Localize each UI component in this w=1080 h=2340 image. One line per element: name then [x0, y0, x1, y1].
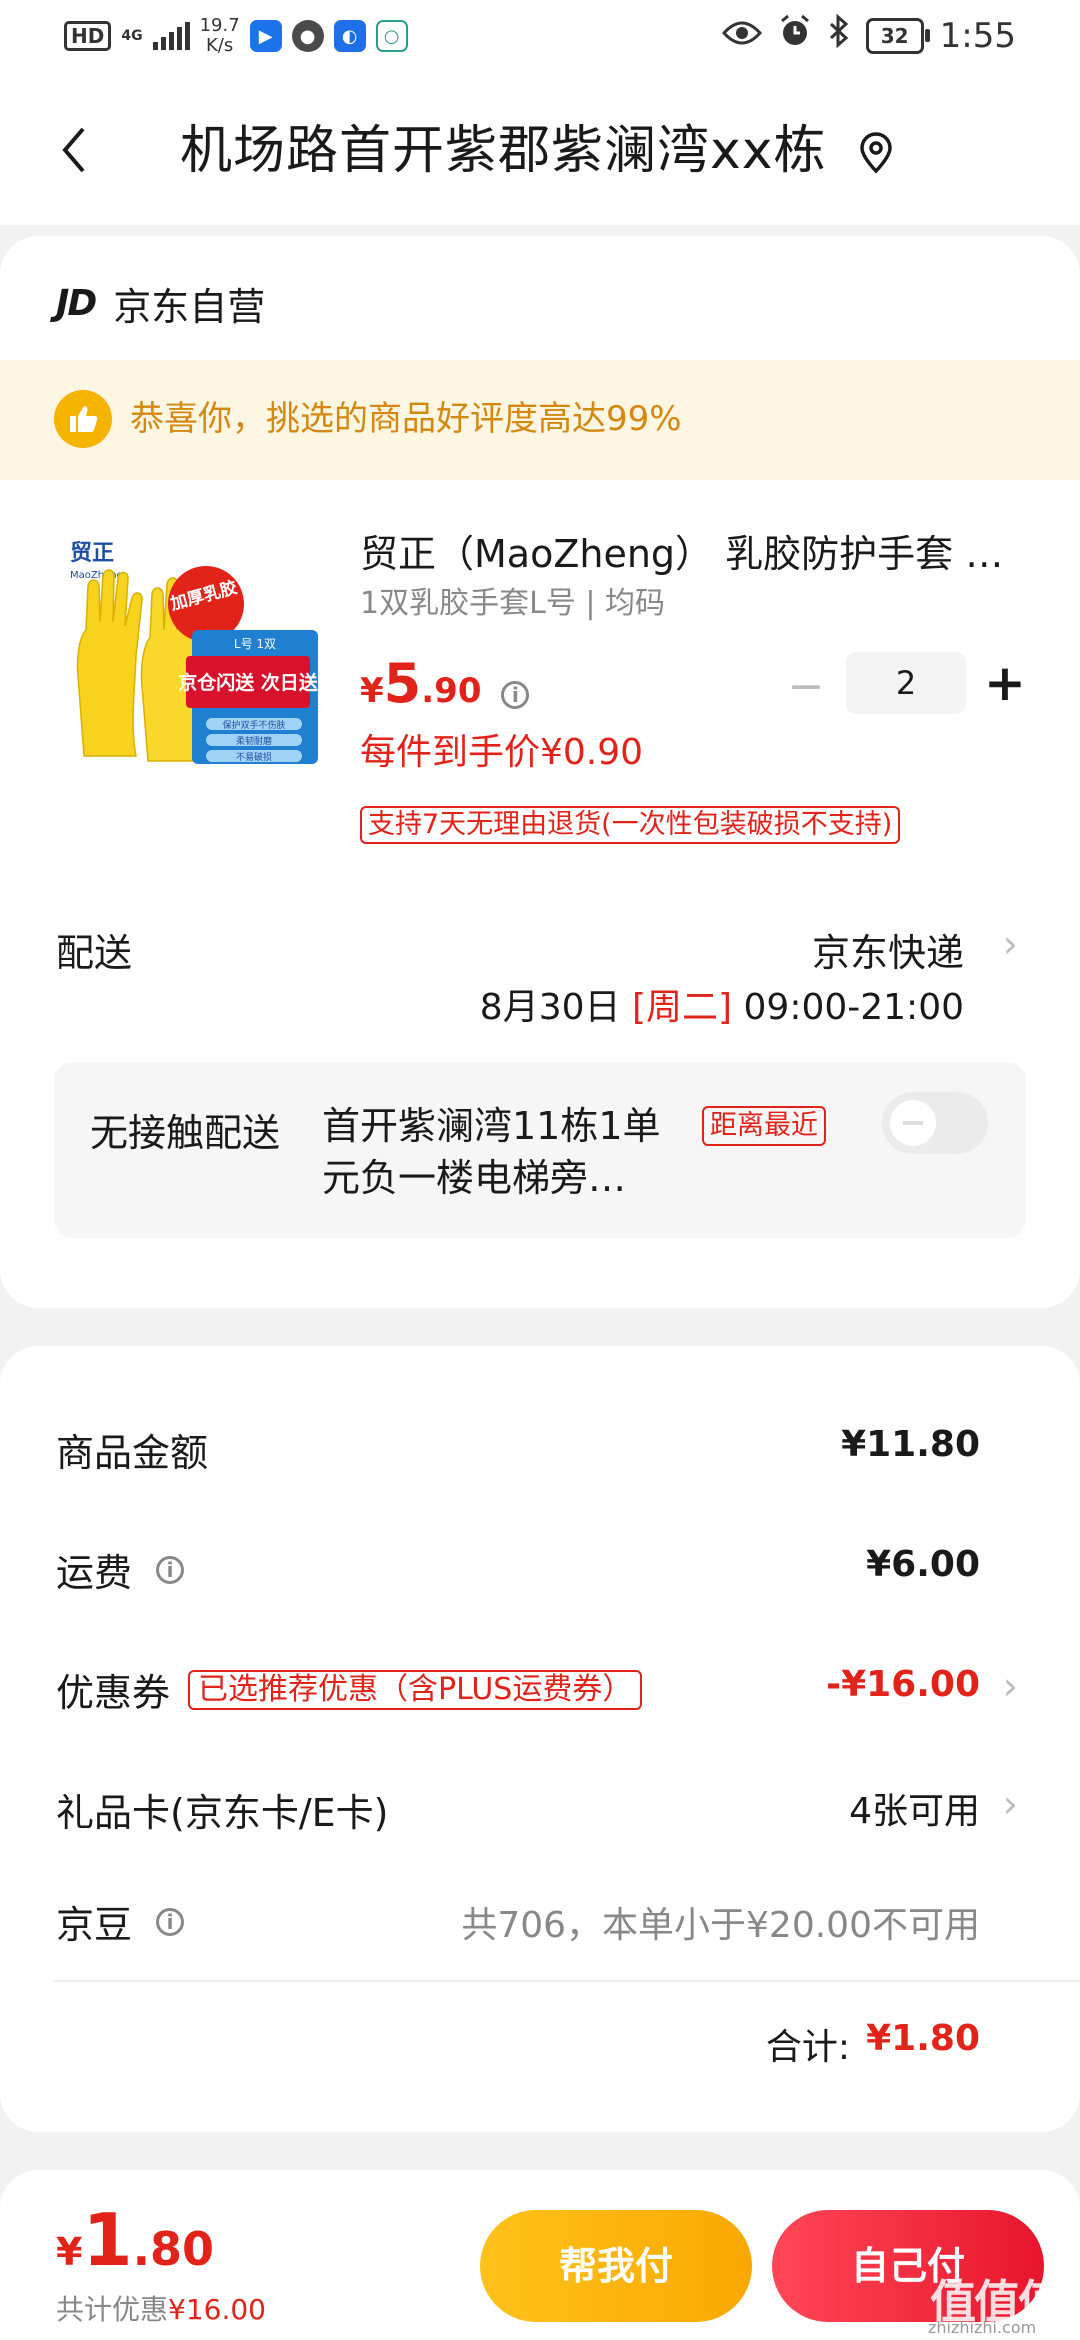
goods-amount-value: ¥11.80	[841, 1424, 980, 1465]
watermark-url: zhizhizhi.com	[928, 2318, 1037, 2337]
product-price: ¥ 5 .90 i	[360, 652, 530, 715]
jingdou-info-icon[interactable]: i	[156, 1907, 185, 1936]
jingdou-value: 共706，本单小于¥20.00不可用	[461, 1905, 980, 1946]
shipping-time: 09:00-21:00	[743, 987, 964, 1028]
header: 机场路首开紫郡紫澜湾xx栋	[0, 75, 1080, 225]
coupon-row[interactable]: 优惠券 已选推荐优惠（含PLUS运费券）	[56, 1662, 643, 1717]
contactless-delivery-box: 无接触配送 首开紫澜湾11栋1单元负一楼电梯旁… 距离最近	[54, 1062, 1026, 1238]
freight-label-text: 运费	[56, 1551, 133, 1595]
delivery-address-title[interactable]: 机场路首开紫郡紫澜湾xx栋	[180, 119, 827, 183]
freight-value: ¥6.00	[866, 1544, 980, 1585]
quantity-decrease-button[interactable]: −	[786, 662, 826, 712]
coupon-tag: 已选推荐优惠（含PLUS运费券）	[188, 1669, 643, 1710]
final-price-currency: ¥	[56, 2230, 83, 2274]
price-decimal: .90	[421, 671, 482, 711]
goods-amount-label-text: 商品金额	[56, 1431, 209, 1475]
giftcard-label: 礼品卡(京东卡/E卡)	[56, 1782, 388, 1837]
divider	[54, 1980, 1080, 1982]
product-spec: 1双乳胶手套L号 | 均码	[360, 586, 665, 621]
toggle-knob	[890, 1100, 936, 1146]
quantity-input[interactable]: 2	[846, 652, 966, 714]
coupon-label: 优惠券	[56, 1671, 171, 1715]
contactless-toggle[interactable]	[882, 1092, 988, 1154]
battery-icon: 32	[865, 17, 930, 54]
savings-value: ¥16.00	[168, 2293, 266, 2326]
checkout-bar: ¥ 1 .80 共计优惠¥16.00 帮我付 自己付 值值值 zhizhizhi…	[0, 2170, 1080, 2340]
image-box-top: L号 1双	[234, 637, 276, 651]
image-box-line-2: 柔韧耐磨	[236, 735, 272, 747]
app-notification-icon: ▶	[249, 20, 282, 52]
status-bar-left: HD 4G 19.7 K/s ▶ ● ◐ ○	[64, 16, 408, 56]
image-box-line-3: 不易破损	[236, 751, 272, 763]
freight-info-icon[interactable]: i	[156, 1555, 185, 1584]
price-currency: ¥	[360, 671, 384, 711]
signal-icon	[152, 22, 190, 50]
back-button[interactable]	[44, 115, 104, 185]
image-box-line-1: 保护双手不伤肤	[222, 719, 285, 731]
net-speed-unit: K/s	[205, 35, 234, 56]
chat-icon: ○	[375, 20, 408, 52]
hd-indicator: HD	[64, 21, 112, 51]
image-brand: 贸正	[70, 541, 114, 566]
net-speed: 19.7 K/s	[200, 16, 240, 56]
jingdou-label: 京豆 i	[56, 1894, 185, 1949]
giftcard-label-text: 礼品卡(京东卡/E卡)	[56, 1791, 389, 1835]
product-image[interactable]: 贸正 MaoZheng 加厚乳胶 L号 1双 京仓闪送 次日送 保护双手不伤肤 …	[56, 526, 326, 796]
final-price: ¥ 1 .80	[56, 2200, 214, 2280]
jd-logo: JD	[56, 283, 97, 324]
coupon-value[interactable]: -¥16.00	[826, 1664, 980, 1705]
final-price-integer: 1	[82, 2198, 133, 2282]
shop-name: 京东自营	[113, 285, 266, 329]
status-bar: HD 4G 19.7 K/s ▶ ● ◐ ○ 32 1:55	[0, 0, 1080, 75]
status-bar-right: 32 1:55	[721, 13, 1016, 57]
contactless-address[interactable]: 首开紫澜湾11栋1单元负一楼电梯旁…	[322, 1100, 682, 1204]
price-integer: 5	[383, 652, 422, 715]
net-speed-value: 19.7	[199, 15, 240, 36]
shipping-date-day: 8月30日	[479, 987, 621, 1028]
quantity-increase-button[interactable]: +	[982, 654, 1028, 712]
contactless-label: 无接触配送	[90, 1111, 281, 1155]
location-pin-icon[interactable]	[856, 131, 896, 175]
bulb-icon: ◐	[333, 20, 366, 52]
shipping-method[interactable]: 京东快递	[812, 922, 964, 977]
shop-header: JD 京东自营	[56, 276, 265, 331]
shipping-weekday: [周二]	[631, 987, 733, 1028]
wechat-icon: ●	[291, 20, 324, 52]
giftcard-value[interactable]: 4张可用	[849, 1782, 980, 1834]
price-summary-card: 商品金额 ¥11.80 运费 i ¥6.00 优惠券 已选推荐优惠（含PLUS运…	[0, 1346, 1080, 2132]
per-item-price: 每件到手价¥0.90	[360, 732, 644, 773]
help-me-pay-button[interactable]: 帮我付	[480, 2210, 752, 2322]
jingdou-label-text: 京豆	[56, 1903, 133, 1947]
eye-icon	[721, 16, 762, 56]
chevron-right-icon[interactable]: ›	[1003, 1782, 1018, 1826]
savings-label: 共计优惠	[56, 2293, 169, 2326]
goods-amount-label: 商品金额	[56, 1422, 208, 1477]
order-item-card: JD 京东自营 恭喜你，挑选的商品好评度高达99% 贸正 MaoZheng 加厚…	[0, 236, 1080, 1308]
rating-banner: 恭喜你，挑选的商品好评度高达99%	[0, 360, 1080, 480]
bluetooth-icon	[828, 13, 850, 57]
clock: 1:55	[939, 15, 1016, 56]
chevron-right-icon[interactable]: ›	[1003, 1664, 1018, 1708]
alarm-icon	[778, 14, 812, 57]
total-label: 合计:	[765, 2027, 850, 2068]
image-box-main: 京仓闪送 次日送	[178, 671, 319, 694]
price-info-icon[interactable]: i	[501, 681, 530, 709]
network-type: 4G	[121, 28, 143, 44]
freight-label: 运费 i	[56, 1542, 185, 1597]
product-title[interactable]: 贸正（MaoZheng） 乳胶防护手套 黄色中号	[360, 530, 1020, 578]
shipping-label: 配送	[56, 931, 133, 975]
final-price-decimal: .80	[132, 2222, 215, 2276]
return-policy-tag: 支持7天无理由退货(一次性包装破损不支持)	[360, 806, 901, 844]
image-brand-en: MaoZheng	[70, 570, 123, 581]
chevron-right-icon[interactable]: ›	[1003, 922, 1018, 966]
nearest-tag: 距离最近	[702, 1106, 826, 1146]
thumbs-up-icon	[54, 390, 112, 448]
chevron-left-icon	[62, 127, 85, 173]
rating-banner-text: 恭喜你，挑选的商品好评度高达99%	[130, 399, 682, 439]
total-value: ¥1.80	[866, 2018, 980, 2059]
total-savings: 共计优惠¥16.00	[56, 2288, 266, 2328]
glove-product-image: 贸正 MaoZheng 加厚乳胶 L号 1双 京仓闪送 次日送 保护双手不伤肤 …	[70, 541, 319, 764]
shipping-date[interactable]: 8月30日 [周二] 09:00-21:00	[480, 978, 964, 1030]
